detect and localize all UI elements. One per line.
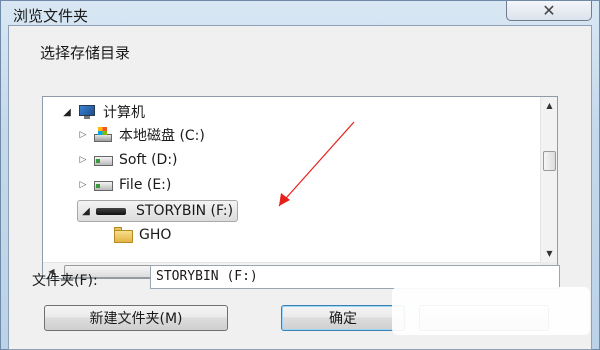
computer-icon	[77, 104, 97, 120]
folder-tree[interactable]: ◢ 计算机 ▷ 本地磁盘 (C:) ▷ Soft (D:) ▷ File (E:…	[42, 96, 558, 279]
folder-field-label: 文件夹(F):	[32, 273, 98, 289]
tree-item-label: STORYBIN (F:)	[136, 203, 234, 219]
usb-drive-icon	[96, 203, 130, 219]
folder-icon	[113, 227, 133, 243]
tree-item-computer[interactable]: ◢ 计算机	[61, 102, 145, 122]
tree-item-folder-gho[interactable]: GHO	[113, 225, 171, 245]
collapsed-arrow-icon[interactable]: ▷	[77, 180, 89, 190]
expanded-arrow-icon[interactable]: ◢	[61, 107, 73, 118]
tree-item-drive-e[interactable]: ▷ File (E:)	[77, 175, 172, 195]
tree-item-label: File (E:)	[119, 177, 172, 193]
collapsed-arrow-icon[interactable]: ▷	[77, 130, 89, 140]
tree-item-label: 计算机	[103, 105, 145, 121]
drive-icon	[93, 152, 113, 168]
drive-icon	[93, 177, 113, 193]
window-title: 浏览文件夹	[13, 7, 89, 25]
folder-path-input[interactable]: STORYBIN (F:)	[150, 265, 560, 289]
collapsed-arrow-icon[interactable]: ▷	[77, 155, 89, 165]
windows-drive-icon	[93, 127, 113, 143]
expanded-arrow-icon[interactable]: ◢	[80, 206, 92, 217]
scroll-up-icon[interactable]: ▲	[541, 97, 557, 114]
vertical-scrollbar[interactable]: ▲ ▼	[540, 97, 557, 262]
close-button[interactable]: ✕	[506, 1, 592, 21]
tree-item-label: GHO	[139, 227, 172, 243]
tree-item-drive-f[interactable]: ◢ STORYBIN (F:)	[77, 200, 239, 222]
tree-item-label: Soft (D:)	[119, 152, 178, 168]
scroll-down-icon[interactable]: ▼	[541, 245, 557, 262]
close-icon: ✕	[542, 0, 556, 20]
tree-item-drive-c[interactable]: ▷ 本地磁盘 (C:)	[77, 125, 205, 145]
instruction-text: 选择存储目录	[40, 44, 131, 62]
watermark-overlay	[392, 287, 590, 335]
ok-button[interactable]: 确定	[281, 305, 405, 331]
new-folder-button[interactable]: 新建文件夹(M)	[44, 305, 228, 331]
tree-item-drive-d[interactable]: ▷ Soft (D:)	[77, 150, 178, 170]
tree-item-label: 本地磁盘 (C:)	[119, 128, 205, 144]
vertical-scroll-thumb[interactable]	[543, 151, 556, 171]
